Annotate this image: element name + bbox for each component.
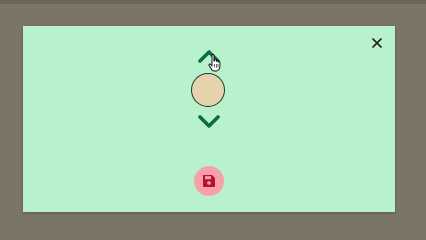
close-button[interactable] bbox=[370, 36, 384, 50]
chevron-up-icon bbox=[198, 50, 220, 63]
floppy-disk-icon bbox=[203, 175, 215, 187]
close-icon bbox=[372, 38, 382, 48]
save-button[interactable] bbox=[194, 166, 224, 196]
move-down-button[interactable] bbox=[197, 114, 221, 130]
backdrop-edge bbox=[0, 0, 426, 4]
chevron-down-icon bbox=[198, 115, 220, 128]
avatar bbox=[191, 73, 225, 107]
move-up-button[interactable] bbox=[197, 48, 221, 64]
dialog bbox=[23, 26, 395, 212]
